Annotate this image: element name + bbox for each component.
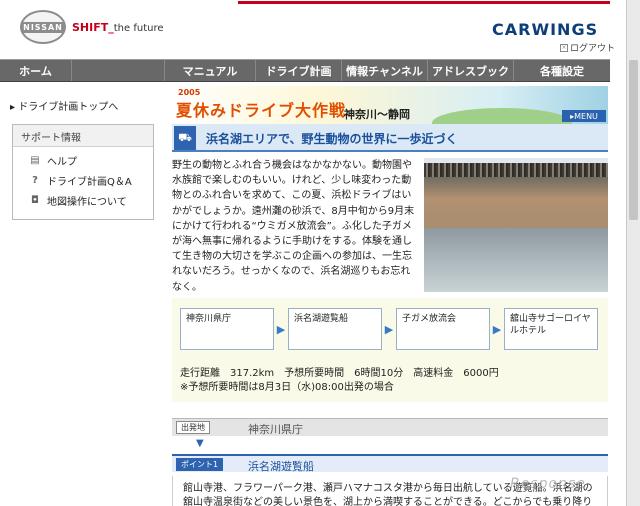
arrow-right-icon: ▶ — [384, 322, 394, 336]
support-item-map[interactable]: ◘ 地図操作について — [29, 193, 153, 209]
photo-crowd — [424, 163, 608, 177]
section-heading-bar: ⛟ 浜名湖エリアで、野生動物の世界に一歩近づく — [172, 124, 608, 152]
route-stop: 浜名湖遊覧船 — [288, 308, 382, 350]
point-name: 神奈川県庁 — [248, 423, 303, 436]
page: NISSAN SHIFT_the future CARWINGS × ログアウト… — [0, 0, 626, 506]
tagline-sub: the future — [113, 23, 164, 34]
menu-button[interactable]: ▸ MENU — [562, 110, 606, 122]
nissan-logo-text: NISSAN — [22, 21, 64, 33]
tagline: SHIFT_the future — [72, 21, 164, 34]
nav-address-book[interactable]: アドレスブック — [428, 60, 514, 81]
vertical-scrollbar[interactable] — [626, 0, 640, 506]
menu-label: MENU — [574, 111, 598, 121]
point-row-1[interactable]: ポイント1 浜名湖遊覧船 — [172, 454, 608, 473]
tagline-main: SHIFT_ — [72, 21, 114, 34]
drive-plan-top-link[interactable]: ▸ ドライブ計画トップへ — [10, 98, 118, 113]
banner-year: 2005 — [178, 88, 201, 97]
banner-route: 神奈川〜静岡 — [344, 108, 410, 121]
support-item-faq[interactable]: ? ドライブ計画Q＆A — [29, 173, 153, 189]
banner-title: 夏休みドライブ大作戦 — [176, 101, 347, 120]
arrow-down-icon: ▼ — [196, 438, 204, 449]
scrollbar-thumb[interactable] — [629, 60, 638, 220]
bullet-icon: ▸ — [10, 102, 16, 113]
nav-drive-plan[interactable]: ドライブ計画 — [256, 60, 342, 81]
main-nav: ホーム マニュアル ドライブ計画 情報チャンネル アドレスブック 各種設定 — [0, 59, 610, 82]
support-title: サポート情報 — [13, 125, 153, 147]
logout-label: ログアウト — [570, 44, 616, 54]
watermark: Response — [510, 476, 586, 492]
photo-water — [424, 228, 608, 292]
support-item-label: 地図操作について — [47, 197, 127, 208]
banner-hill — [432, 108, 572, 124]
route-note: ※予想所要時間は8月3日（水)08:00出発の場合 — [180, 382, 394, 393]
drive-plan-top-label: ドライブ計画トップへ — [18, 102, 119, 113]
nav-home[interactable]: ホーム — [0, 60, 72, 81]
car-icon: ⛟ — [174, 126, 196, 150]
support-item-label: ドライブ計画Q＆A — [47, 177, 132, 188]
arrow-right-icon: ▶ — [276, 322, 286, 336]
section-heading: 浜名湖エリアで、野生動物の世界に一歩近づく — [206, 132, 458, 146]
mouse-icon: ◘ — [31, 194, 39, 206]
header-accent-line — [238, 1, 610, 4]
document-icon: ▤ — [30, 154, 40, 166]
support-item-label: ヘルプ — [47, 157, 77, 168]
route-stop: 子ガメ放流会 — [396, 308, 490, 350]
question-icon: ? — [32, 174, 38, 186]
route-distance: 走行距離 317.2km 予想所要時間 6時間10分 高速料金 6000円 — [180, 368, 499, 379]
nav-manual[interactable]: マニュアル — [164, 60, 256, 81]
nissan-logo[interactable]: NISSAN — [20, 10, 66, 44]
logout-icon: × — [560, 43, 568, 52]
support-panel: サポート情報 ▤ ヘルプ ? ドライブ計画Q＆A ◘ 地図操作について — [12, 124, 154, 220]
point-row-start[interactable]: 出発地 神奈川県庁 — [172, 418, 608, 436]
logout-link[interactable]: × ログアウト — [560, 41, 615, 54]
campaign-banner: 2005 夏休みドライブ大作戦 神奈川〜静岡 ▸ MENU — [172, 86, 608, 124]
support-item-help[interactable]: ▤ ヘルプ — [29, 153, 153, 169]
route-stop: 舘山寺サゴーロイヤルホテル — [504, 308, 598, 350]
point-tag: ポイント1 — [176, 458, 224, 471]
arrow-right-icon: ▶ — [492, 322, 502, 336]
route-stops: 神奈川県庁 ▶ 浜名湖遊覧船 ▶ 子ガメ放流会 ▶ 舘山寺サゴーロイヤルホテル — [180, 308, 598, 350]
route-stop: 神奈川県庁 — [180, 308, 274, 350]
point-tag: 出発地 — [176, 421, 210, 434]
point-name: 浜名湖遊覧船 — [248, 460, 314, 473]
carwings-logo[interactable]: CARWINGS — [492, 20, 598, 39]
nav-info-channel[interactable]: 情報チャンネル — [342, 60, 428, 81]
beach-photo — [424, 158, 608, 292]
nav-settings[interactable]: 各種設定 — [514, 60, 610, 81]
route-summary: 神奈川県庁 ▶ 浜名湖遊覧船 ▶ 子ガメ放流会 ▶ 舘山寺サゴーロイヤルホテル … — [172, 298, 608, 402]
section-body: 野生の動物とふれ合う機会はなかなかない。動物園や水族館で楽しむのもいい。けれど、… — [172, 160, 415, 293]
